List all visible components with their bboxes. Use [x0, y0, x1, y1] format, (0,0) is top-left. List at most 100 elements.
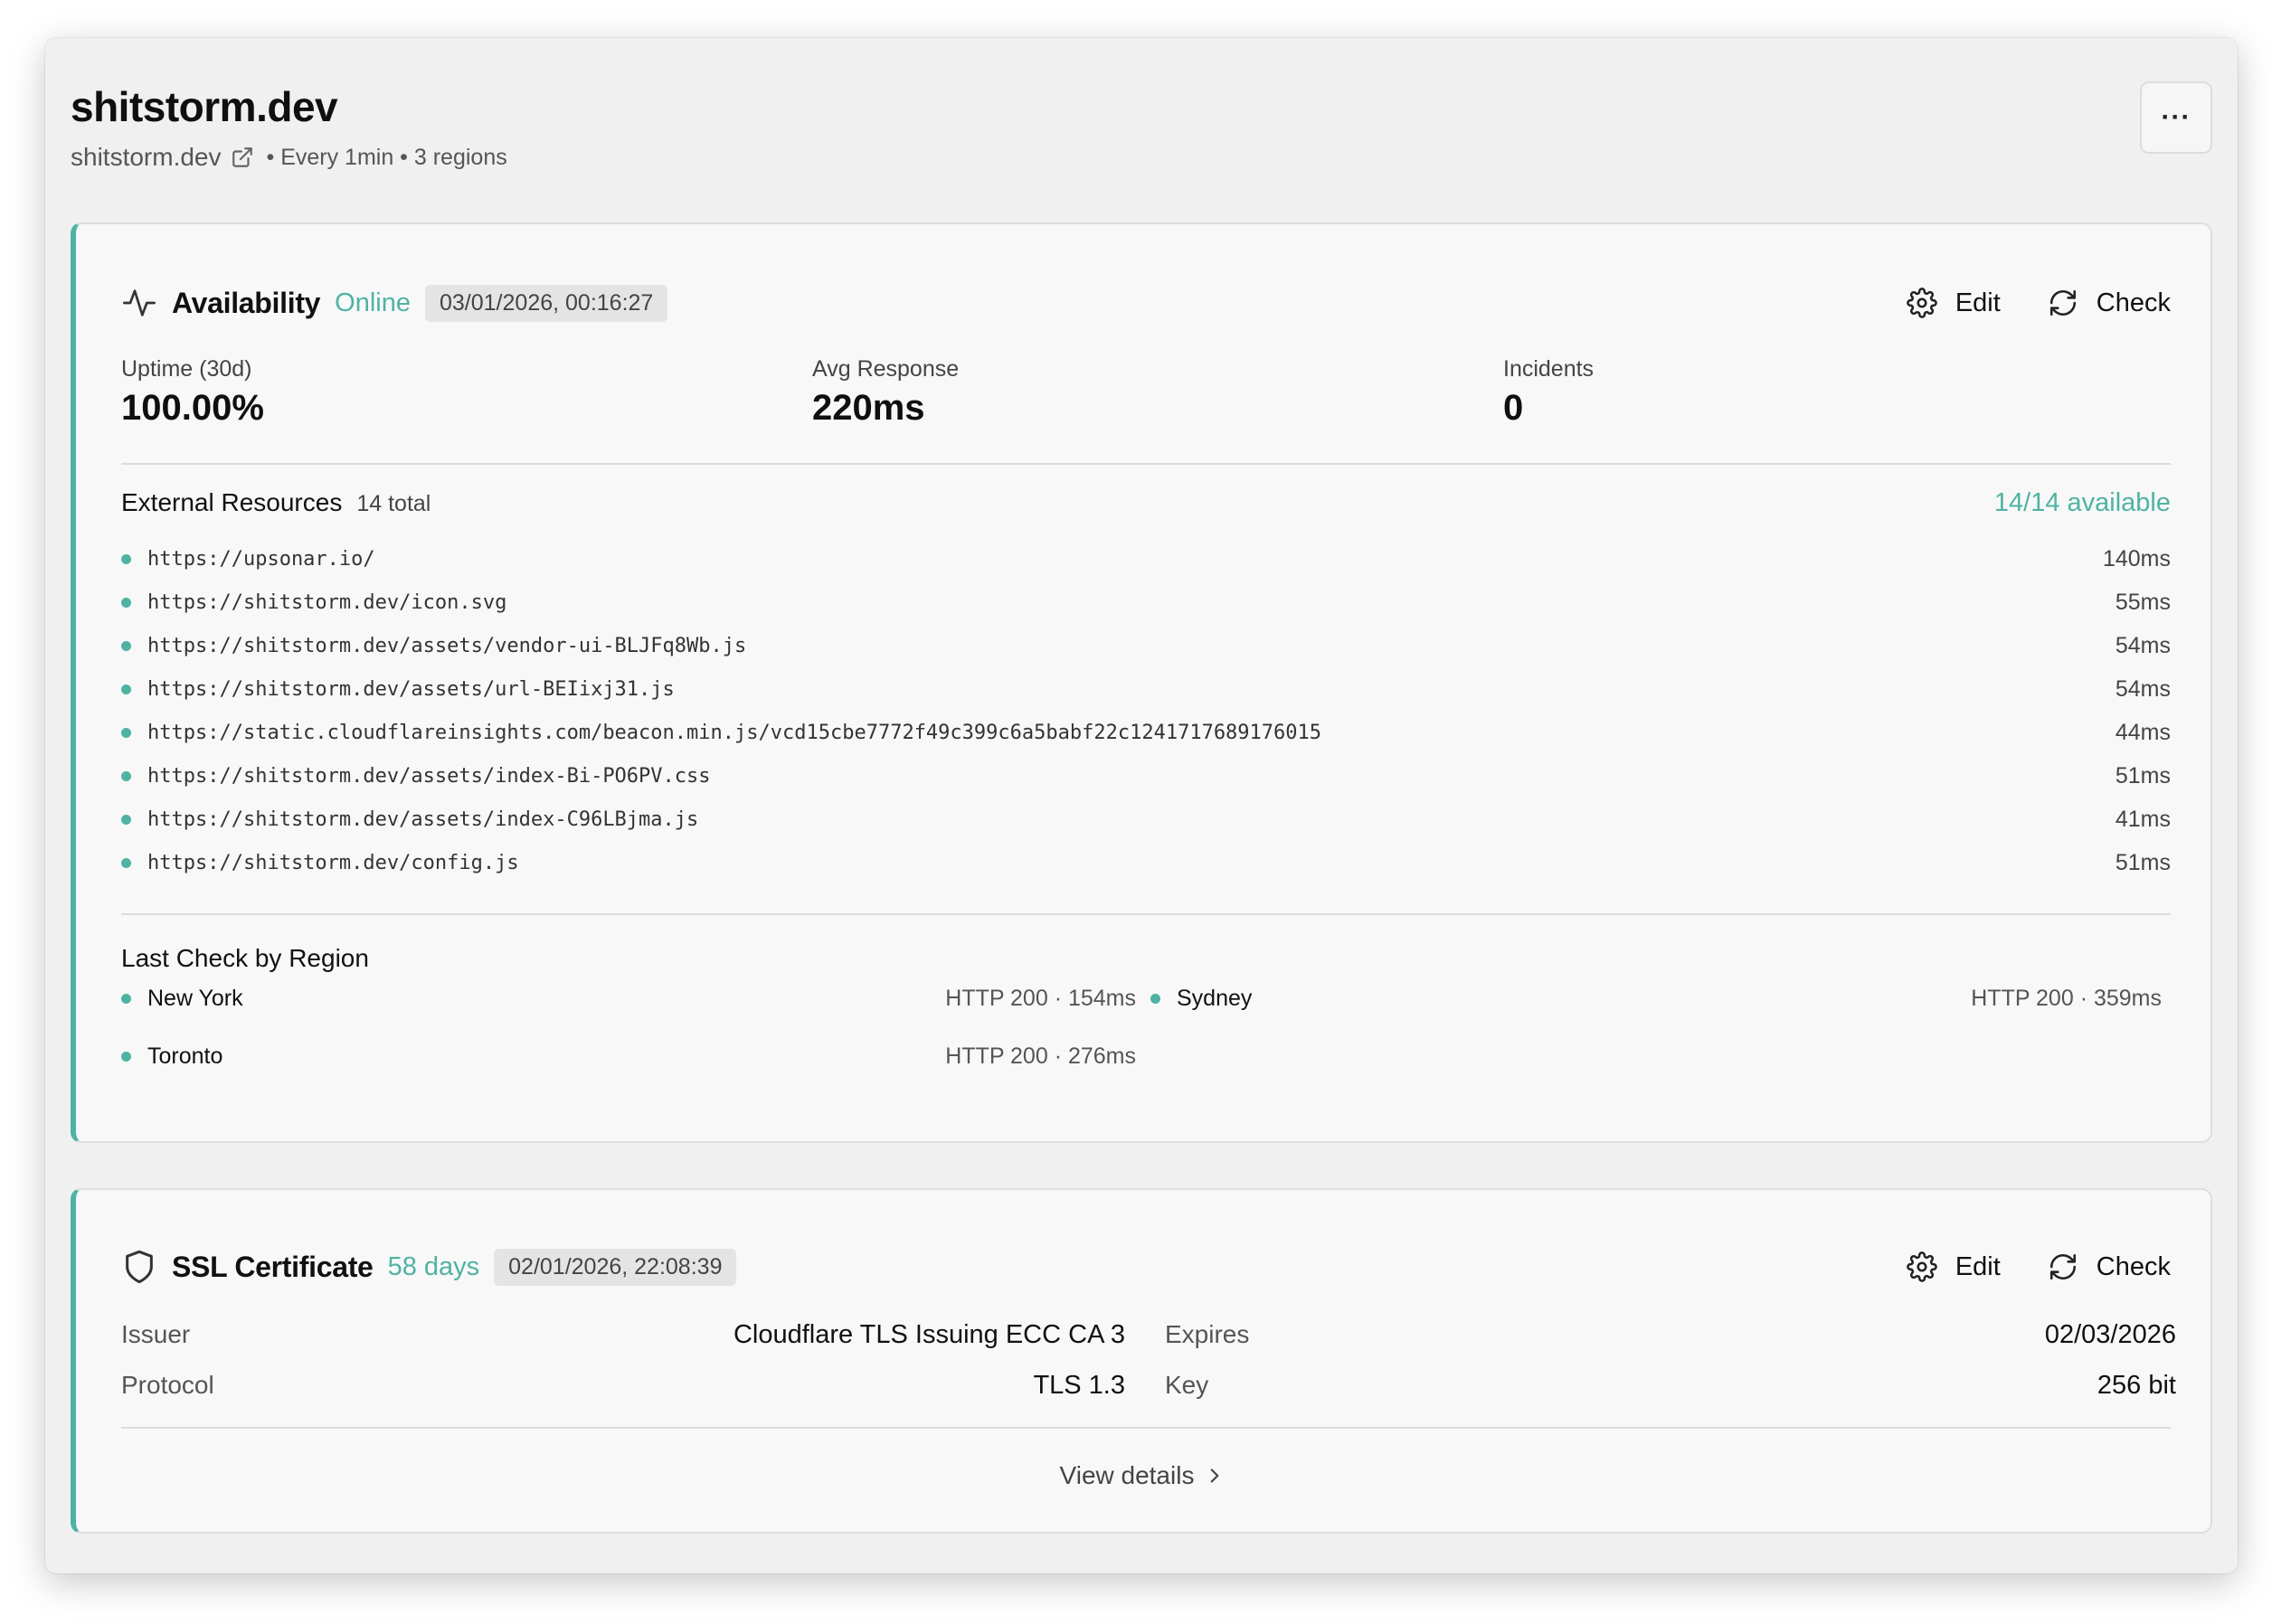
resources-available: 14/14 available [1993, 488, 2171, 517]
resource-url[interactable]: https://shitstorm.dev/assets/url-BEIixj3… [147, 678, 675, 701]
status-dot [121, 553, 131, 564]
ssl-actions: Edit Check [1860, 1251, 2171, 1282]
ssl-header: SSL Certificate 58 days 02/01/2026, 22:0… [121, 1244, 2171, 1289]
expires-value: 02/03/2026 [2044, 1319, 2176, 1349]
divider [121, 913, 2171, 915]
region-status: HTTP 200 · 276ms [945, 1043, 1136, 1069]
stat-uptime: Uptime (30d) 100.00% [121, 356, 264, 429]
chevron-right-icon [1211, 1468, 1219, 1483]
region-name: Toronto [147, 1043, 223, 1069]
status-dot [121, 1051, 131, 1062]
ssl-days-remaining: 58 days [387, 1251, 480, 1281]
page-subtitle: shitstorm.dev • Every 1min • 3 regions [71, 143, 2212, 172]
resource-url[interactable]: https://static.cloudflareinsights.com/be… [147, 722, 1321, 744]
availability-header: Availability Online 03/01/2026, 00:16:27… [121, 280, 2171, 326]
check-label: Check [2096, 288, 2171, 317]
protocol-value: TLS 1.3 [1033, 1370, 1125, 1400]
status-dot [121, 770, 131, 781]
refresh-icon [2049, 1253, 2076, 1280]
resource-url[interactable]: https://shitstorm.dev/config.js [147, 852, 519, 874]
resource-time: 44ms [2115, 719, 2171, 745]
edit-label: Edit [1954, 1251, 2001, 1281]
status-dot [121, 727, 131, 738]
stat-label: Incidents [1503, 356, 1595, 382]
availability-actions: Edit Check [1860, 288, 2171, 318]
key-value: 256 bit [2096, 1370, 2176, 1400]
external-link-icon[interactable] [231, 146, 254, 169]
resources-header: External Resources 14 total 14/14 availa… [121, 488, 2171, 518]
protocol-label: Protocol [121, 1371, 214, 1399]
domain-link[interactable]: shitstorm.dev [71, 143, 222, 172]
resource-url[interactable]: https://upsonar.io/ [147, 548, 375, 571]
resource-url[interactable]: https://shitstorm.dev/icon.svg [147, 591, 506, 614]
page-header: shitstorm.dev shitstorm.dev • Every 1min… [71, 81, 2212, 190]
status-dot [121, 857, 131, 868]
availability-status: Online [335, 288, 411, 317]
ssl-protocol: Protocol TLS 1.3 [121, 1367, 1125, 1403]
region-new-york: New York HTTP 200 · 154ms [121, 980, 1136, 1016]
view-details-link[interactable]: View details [76, 1461, 2210, 1490]
ssl-card: SSL Certificate 58 days 02/01/2026, 22:0… [71, 1188, 2212, 1534]
ssl-timestamp: 02/01/2026, 22:08:39 [494, 1248, 737, 1286]
edit-label: Edit [1954, 288, 2001, 317]
status-dot [121, 993, 131, 1004]
stat-value: 0 [1503, 388, 1524, 428]
regions-title: Last Check by Region [121, 944, 369, 972]
resources-title: External Resources [121, 488, 343, 516]
region-name: Sydney [1177, 985, 1253, 1011]
ssl-check-button[interactable]: Check [2048, 1251, 2171, 1282]
list-item: https://shitstorm.dev/assets/vendor-ui-B… [121, 624, 2171, 667]
region-toronto: Toronto HTTP 200 · 276ms [121, 1038, 1136, 1074]
app-window: shitstorm.dev shitstorm.dev • Every 1min… [45, 38, 2238, 1573]
list-item: https://shitstorm.dev/icon.svg 55ms [121, 581, 2171, 624]
resource-time: 54ms [2115, 632, 2171, 658]
list-item: https://shitstorm.dev/assets/index-C96LB… [121, 798, 2171, 841]
region-status: HTTP 200 · 154ms [945, 985, 1136, 1011]
stats-row: Uptime (30d) 100.00% Avg Response 220ms … [121, 356, 2171, 438]
ssl-expires: Expires 02/03/2026 [1165, 1317, 2176, 1353]
refresh-icon [2049, 289, 2076, 316]
availability-title: Availability [172, 286, 321, 319]
resources-list: https://upsonar.io/140ms https://shitsto… [121, 537, 2171, 884]
list-item: https://shitstorm.dev/assets/url-BEIixj3… [121, 667, 2171, 711]
ssl-edit-button[interactable]: Edit [1907, 1251, 2001, 1282]
list-item: https://upsonar.io/140ms [121, 537, 2171, 581]
expires-label: Expires [1165, 1320, 1250, 1348]
resources-count: 14 total [356, 491, 431, 516]
shield-icon [126, 1250, 153, 1284]
key-label: Key [1165, 1371, 1209, 1399]
resource-time: 51ms [2115, 849, 2171, 875]
more-options-button[interactable]: ··· [2140, 81, 2212, 154]
list-item: https://static.cloudflareinsights.com/be… [121, 711, 2171, 754]
stat-value: 220ms [812, 388, 925, 428]
availability-timestamp: 03/01/2026, 00:16:27 [425, 284, 668, 322]
issuer-value: Cloudflare TLS Issuing ECC CA 3 [733, 1319, 1125, 1349]
page-title: shitstorm.dev [71, 83, 338, 130]
ssl-issuer: Issuer Cloudflare TLS Issuing ECC CA 3 [121, 1317, 1125, 1353]
region-name: New York [147, 985, 243, 1011]
gear-icon [1907, 288, 1937, 318]
divider [121, 463, 2171, 465]
resource-url[interactable]: https://shitstorm.dev/assets/index-C96LB… [147, 808, 698, 831]
resource-time: 51ms [2115, 762, 2171, 788]
issuer-label: Issuer [121, 1320, 191, 1348]
monitor-meta: • Every 1min • 3 regions [266, 144, 507, 170]
gear-icon [1907, 1251, 1937, 1282]
regions-header: Last Check by Region [121, 944, 2171, 973]
status-dot [121, 597, 131, 608]
resource-time: 55ms [2115, 589, 2171, 615]
ssl-title: SSL Certificate [172, 1250, 374, 1283]
status-dot [121, 814, 131, 825]
resource-url[interactable]: https://shitstorm.dev/assets/index-Bi-PO… [147, 765, 711, 788]
availability-check-button[interactable]: Check [2048, 288, 2171, 318]
view-details-label: View details [1059, 1461, 1195, 1489]
resource-url[interactable]: https://shitstorm.dev/assets/vendor-ui-B… [147, 635, 746, 657]
stat-label: Avg Response [812, 356, 960, 382]
activity-icon [123, 289, 156, 316]
status-dot [121, 640, 131, 651]
region-status: HTTP 200 · 359ms [1971, 985, 2162, 1011]
availability-card: Availability Online 03/01/2026, 00:16:27… [71, 222, 2212, 1143]
status-dot [1150, 993, 1160, 1004]
availability-edit-button[interactable]: Edit [1907, 288, 2001, 318]
resource-time: 140ms [2102, 545, 2171, 571]
